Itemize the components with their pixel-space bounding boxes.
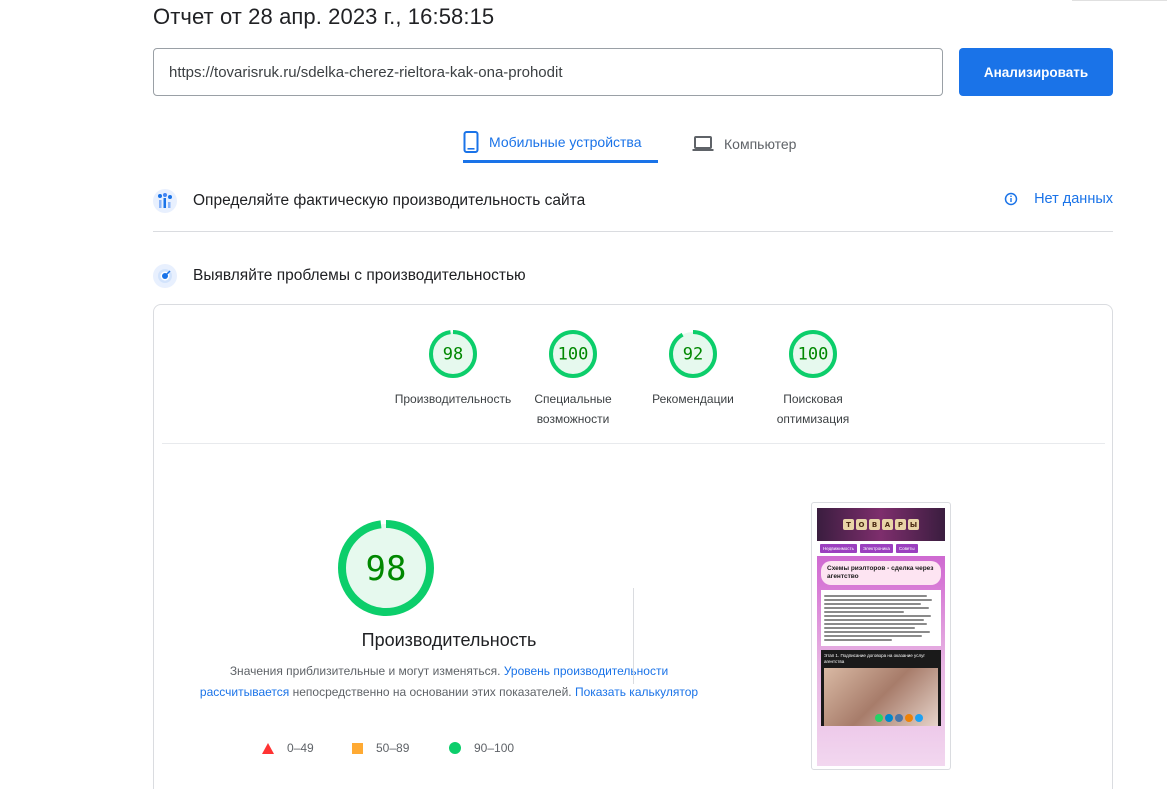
card-divider: [162, 443, 1105, 444]
score-label-line: оптимизация: [776, 412, 850, 426]
square-icon: [352, 742, 363, 754]
tab-desktop[interactable]: Компьютер: [692, 124, 842, 164]
score-value: 98: [443, 345, 463, 365]
performance-gauge: 98: [338, 520, 434, 616]
vertical-separator: [633, 588, 634, 684]
score-value: 100: [798, 345, 829, 365]
no-data-link[interactable]: Нет данных: [1004, 191, 1113, 207]
field-data-section: Определяйте фактическую производительнос…: [153, 188, 1113, 214]
legend-range: 90–100: [474, 741, 515, 755]
logo-letter: А: [882, 519, 893, 530]
tab-mobile-label: Мобильные устройства: [489, 134, 642, 150]
people-chart-icon: [153, 189, 177, 213]
performance-score: 98: [366, 549, 407, 589]
logo-letter: О: [856, 519, 867, 530]
article-text: [821, 590, 941, 646]
performance-description: Значения приблизительные и могут изменят…: [184, 661, 714, 703]
score-gauge-accessibility[interactable]: 100 Специальные возможности: [508, 329, 638, 429]
tab-mobile[interactable]: Мобильные устройства: [463, 124, 658, 163]
no-data-label: Нет данных: [1034, 191, 1113, 207]
gauge-ring: 100: [789, 330, 837, 378]
logo-letter: Р: [895, 519, 906, 530]
gauge-ring: 92: [669, 330, 717, 378]
gauge-ring: 98: [429, 330, 477, 378]
legend-fail: 0–49: [262, 741, 314, 755]
legend-range: 0–49: [287, 741, 314, 755]
site-nav: Недвижимость Электроника Советы: [817, 541, 945, 556]
legend-pass: 90–100: [449, 741, 514, 755]
report-title: Отчет от 28 апр. 2023 г., 16:58:15: [153, 4, 495, 29]
desc-text: непосредственно на основании этих показа…: [292, 685, 572, 699]
score-gauge-performance[interactable]: 98 Производительность: [388, 329, 518, 409]
lighthouse-icon: [153, 264, 177, 288]
image-caption: Этап 1. Подписание договора на оказание …: [824, 653, 925, 664]
top-divider: [1072, 0, 1167, 1]
circle-icon: [449, 742, 461, 754]
score-label: Производительность: [388, 389, 518, 409]
score-label-line: Рекомендации: [652, 392, 734, 406]
section-divider: [153, 231, 1113, 232]
show-calculator-link[interactable]: Показать калькулятор: [575, 685, 698, 699]
score-label-line: Поисковая: [783, 392, 843, 406]
triangle-icon: [262, 742, 274, 754]
desc-text: Значения приблизительные и могут изменят…: [229, 664, 501, 678]
site-logo: Т О В А Р Ы: [817, 508, 945, 541]
analyze-button[interactable]: Анализировать: [959, 48, 1113, 96]
score-value: 100: [558, 345, 589, 365]
lighthouse-card: 98 Производительность 100 Специальные воз…: [153, 304, 1113, 789]
site-nav-item: Недвижимость: [820, 544, 857, 553]
info-icon: [1004, 192, 1018, 206]
url-input[interactable]: [153, 48, 943, 96]
score-label: Поисковая оптимизация: [748, 389, 878, 429]
site-nav-item: Электроника: [859, 544, 893, 553]
article-image-block: Этап 1. Подписание договора на оказание …: [821, 650, 941, 726]
score-label: Рекомендации: [628, 389, 758, 409]
logo-letter: Т: [843, 519, 854, 530]
score-gauge-seo[interactable]: 100 Поисковая оптимизация: [748, 329, 878, 429]
gauge-ring: 100: [549, 330, 597, 378]
share-buttons: [875, 714, 923, 722]
performance-label: Производительность: [361, 630, 537, 650]
logo-letter: В: [869, 519, 880, 530]
field-data-title: Определяйте фактическую производительнос…: [193, 192, 586, 209]
smartphone-icon: [463, 131, 479, 153]
laptop-icon: [692, 135, 714, 153]
lab-data-section: Выявляйте проблемы с производительностью: [153, 263, 1113, 289]
score-label-line: Специальные: [534, 392, 612, 406]
legend-average: 50–89: [352, 741, 409, 755]
score-gauge-best-practices[interactable]: 92 Рекомендации: [628, 329, 758, 409]
article-title: Схемы риэлторов - сделка через агентство: [821, 561, 941, 585]
lab-data-title: Выявляйте проблемы с производительностью: [193, 267, 526, 284]
score-label-line: Производительность: [394, 392, 512, 406]
score-value: 92: [683, 345, 703, 365]
logo-letter: Ы: [908, 519, 919, 530]
page-screenshot: Т О В А Р Ы Недвижимость Электроника Сов…: [811, 502, 951, 770]
score-label-line: возможности: [536, 412, 610, 426]
legend-range: 50–89: [376, 741, 410, 755]
tab-desktop-label: Компьютер: [724, 136, 797, 152]
screenshot-screen: Т О В А Р Ы Недвижимость Электроника Сов…: [817, 508, 945, 766]
site-nav-item: Советы: [895, 544, 918, 553]
score-label: Специальные возможности: [508, 389, 638, 429]
